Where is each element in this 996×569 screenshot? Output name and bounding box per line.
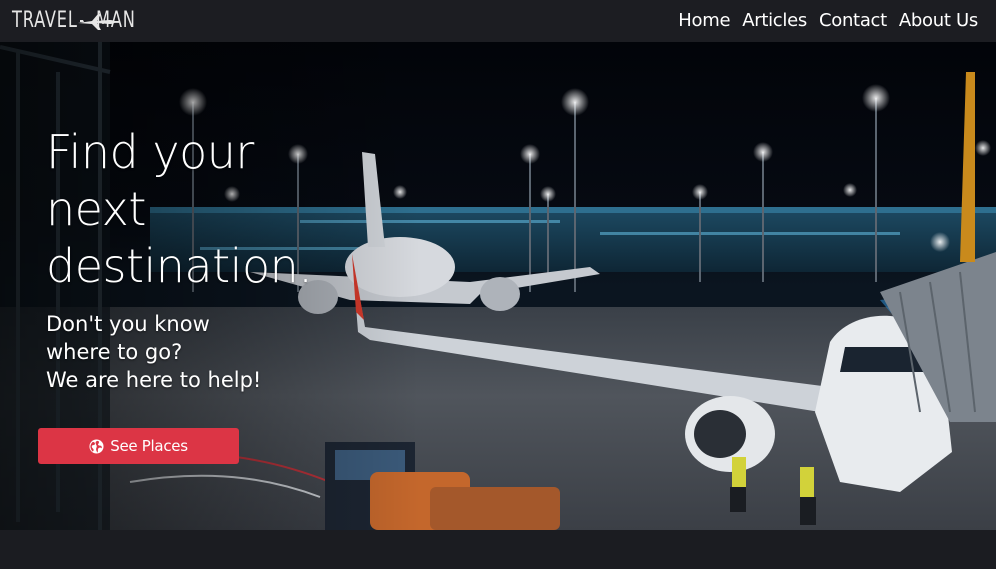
hero-title-line: destination. (46, 239, 313, 293)
globe-icon (89, 438, 104, 454)
see-places-label: See Places (110, 437, 188, 455)
see-places-button[interactable]: See Places (38, 428, 239, 464)
brand-logo[interactable]: TRAVEL MAN (12, 0, 145, 42)
hero-section: Find your next destination. Don't you kn… (0, 42, 996, 530)
page-bottom-strip (0, 530, 996, 569)
hero-subtitle-line: We are here to help! (46, 368, 262, 392)
brand-text-left: TRAVEL (12, 8, 78, 33)
hero-title-line: Find your (46, 125, 254, 179)
hero-title: Find your next destination. (46, 124, 346, 295)
nav-contact[interactable]: Contact (813, 0, 893, 42)
nav-articles[interactable]: Articles (736, 0, 813, 42)
nav-home[interactable]: Home (672, 0, 736, 42)
hero-title-line: next (46, 182, 146, 236)
hero-subtitle-line: Don't you know (46, 312, 210, 336)
nav-links: Home Articles Contact About Us (672, 0, 984, 42)
hero-subtitle-line: where to go? (46, 340, 183, 364)
nav-about-us[interactable]: About Us (893, 0, 984, 42)
navbar: TRAVEL MAN Home Articles Contact About U… (0, 0, 996, 42)
brand-text-right: MAN (96, 8, 136, 33)
hero-subtitle: Don't you know where to go? We are here … (46, 310, 346, 394)
